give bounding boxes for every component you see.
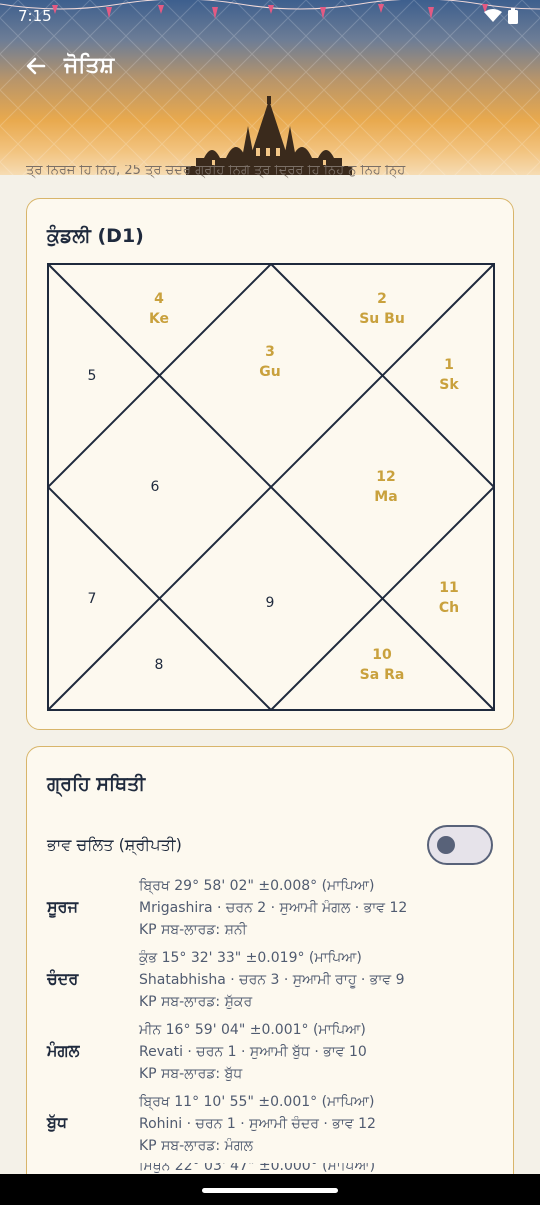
- planet-row-budh: ਬੁੱਧ ਬ੍ਰਿਖ 11° 10' 55" ±0.001° (ਮਾਪਿਆ) R…: [47, 1091, 493, 1157]
- planet-name: ਸੂਰਜ: [47, 897, 79, 916]
- house-1-planets: Sk: [439, 377, 459, 393]
- house-6-number: 6: [151, 479, 160, 495]
- planet-position: ਕੁੰਭ 15° 32' 33" ±0.019° (ਮਾਪਿਆ): [139, 950, 362, 966]
- planet-kp-sublord: KP ਸਬ-ਲਾਰਡ: ਸ਼ਨੀ: [139, 922, 247, 938]
- graha-title: ਗ੍ਰਹਿ ਸਥਿਤੀ: [47, 773, 146, 795]
- back-arrow-icon: [26, 57, 46, 75]
- planet-name: ਮੰਗਲ: [47, 1041, 80, 1060]
- graha-card: ਗ੍ਰਹਿ ਸਥਿਤੀ ਭਾਵ ਚਲਿਤ (ਸ਼੍ਰੀਪਤੀ) ਸੂਰਜ ਬ੍ਰ…: [26, 746, 514, 1205]
- house-10-number: 10: [372, 647, 392, 663]
- house-2-planets: Su Bu: [359, 311, 405, 327]
- kundali-chart: 4 Ke 2 Su Bu 3 Gu 1 Sk 12 Ma 11 Ch 10 Sa…: [47, 263, 495, 711]
- planet-name: ਚੰਦਰ: [47, 969, 79, 988]
- planet-kp-sublord: KP ਸਬ-ਲਾਰਡ: ਸ਼ੁੱਕਰ: [139, 994, 253, 1010]
- planet-nakshatra: Revati · ਚਰਨ 1 · ਸੁਆਮੀ ਬੁੱਧ · ਭਾਵ 10: [139, 1044, 367, 1060]
- kundali-card: ਕੁੰਡਲੀ (D1) 4 Ke 2 Su Bu 3 Gu 1 Sk 12 Ma…: [26, 198, 514, 730]
- status-time: 7:15: [18, 7, 52, 25]
- system-nav-bar: [0, 1174, 540, 1205]
- page-title: ਜੋਤਿਸ਼: [64, 53, 115, 78]
- status-bar: 7:15: [0, 0, 540, 32]
- planet-nakshatra: Shatabhisha · ਚਰਨ 3 · ਸੁਆਮੀ ਰਾਹੂ · ਭਾਵ 9: [139, 972, 405, 988]
- planet-row-chandra: ਚੰਦਰ ਕੁੰਭ 15° 32' 33" ±0.019° (ਮਾਪਿਆ) Sh…: [47, 947, 493, 1013]
- house-8-number: 8: [155, 657, 164, 673]
- planet-position: ਬ੍ਰਿਖ 11° 10' 55" ±0.001° (ਮਾਪਿਆ): [139, 1094, 375, 1110]
- house-1-number: 1: [444, 357, 454, 373]
- house-2-number: 2: [377, 291, 387, 307]
- kundali-title: ਕੁੰਡਲੀ (D1): [47, 225, 144, 247]
- temple-icon: [186, 96, 352, 175]
- app-header: 7:15 ਜੋਤਿਸ਼: [0, 0, 540, 175]
- toggle-knob: [437, 836, 455, 854]
- back-button[interactable]: [20, 50, 52, 82]
- house-3-planets: Gu: [259, 364, 280, 380]
- planet-position: ਮੀਨ 16° 59' 04" ±0.001° (ਮਾਪਿਆ): [139, 1022, 366, 1038]
- house-4-number: 4: [154, 291, 164, 307]
- planet-kp-sublord: KP ਸਬ-ਲਾਰਡ: ਮੰਗਲ: [139, 1138, 254, 1154]
- wifi-icon: [484, 9, 502, 22]
- house-7-number: 7: [88, 591, 97, 607]
- bhav-chalit-row: ਭਾਵ ਚਲਿਤ (ਸ਼੍ਰੀਪਤੀ): [47, 825, 493, 869]
- home-gesture-handle[interactable]: [202, 1188, 338, 1193]
- house-11-planets: Ch: [439, 600, 459, 616]
- house-4-planets: Ke: [149, 311, 169, 327]
- planet-row-mangal: ਮੰਗਲ ਮੀਨ 16° 59' 04" ±0.001° (ਮਾਪਿਆ) Rev…: [47, 1019, 493, 1085]
- bhav-chalit-toggle[interactable]: [427, 825, 493, 865]
- planet-nakshatra: Rohini · ਚਰਨ 1 · ਸੁਆਮੀ ਚੰਦਰ · ਭਾਵ 12: [139, 1116, 376, 1132]
- battery-icon: [508, 8, 518, 24]
- planet-nakshatra: Mrigashira · ਚਰਨ 2 · ਸੁਆਮੀ ਮੰਗਲ · ਭਾਵ 12: [139, 900, 408, 916]
- house-12-number: 12: [376, 469, 395, 485]
- house-5-number: 5: [88, 368, 97, 384]
- planet-kp-sublord: KP ਸਬ-ਲਾਰਡ: ਬੁੱਧ: [139, 1066, 243, 1082]
- house-3-number: 3: [265, 344, 275, 360]
- house-10-planets: Sa Ra: [360, 667, 405, 683]
- partial-summary-text: ਤ੍ਰ ਨਿਰਜ ਹਿ ਨਿਹ, 25 ਤ੍ਰ ਚੰਦਰ ਗ੍ਰਹਿ ਨਿਗੈ …: [26, 165, 406, 178]
- planet-name: ਬੁੱਧ: [47, 1113, 68, 1132]
- house-9-number: 9: [266, 595, 275, 611]
- house-12-planets: Ma: [374, 489, 397, 505]
- planet-position: ਬ੍ਰਿਖ 29° 58' 02" ±0.008° (ਮਾਪਿਆ): [139, 878, 375, 894]
- house-11-number: 11: [439, 580, 458, 596]
- bhav-chalit-label: ਭਾਵ ਚਲਿਤ (ਸ਼੍ਰੀਪਤੀ): [47, 835, 182, 854]
- planet-row-surya: ਸੂਰਜ ਬ੍ਰਿਖ 29° 58' 02" ±0.008° (ਮਾਪਿਆ) M…: [47, 875, 493, 941]
